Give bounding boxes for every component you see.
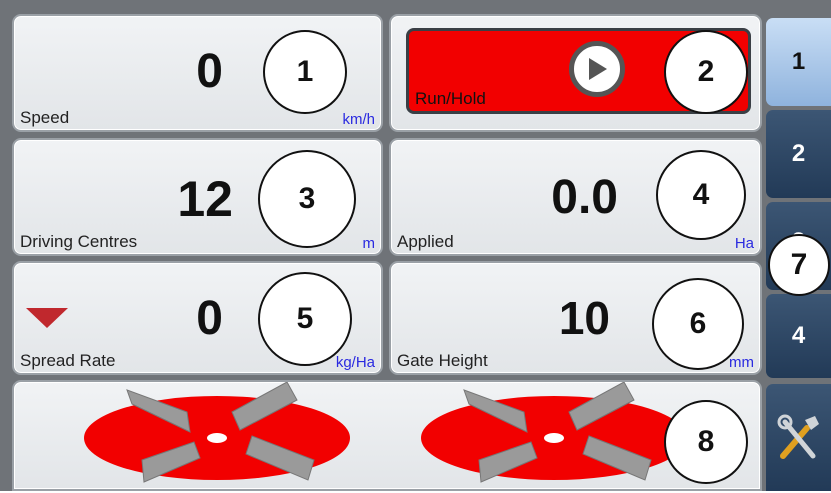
- gate-height-label: Gate Height: [397, 351, 488, 370]
- tab-2[interactable]: 2: [766, 110, 831, 198]
- speed-label: Speed: [20, 108, 70, 127]
- driving-centres-unit: m: [362, 235, 376, 252]
- gate-height-value: 10: [558, 292, 610, 344]
- spread-rate-unit: kg/Ha: [335, 354, 375, 371]
- driving-centres-label: Driving Centres: [20, 232, 138, 251]
- callout-4: 4: [656, 150, 746, 240]
- speed-value: 0: [196, 45, 223, 98]
- callout-2: 2: [664, 30, 748, 114]
- tools-icon: [777, 414, 819, 459]
- run-hold-label: Run/Hold: [415, 89, 486, 108]
- gate-height-unit: mm: [729, 354, 754, 371]
- callout-6: 6: [652, 278, 744, 370]
- callout-5: 5: [258, 272, 352, 366]
- settings-button[interactable]: [766, 384, 831, 491]
- applied-value: 0.0: [551, 171, 618, 224]
- spreader-dashboard: 0 Speed km/h Run/Hold 12 Driving Centres…: [0, 0, 831, 491]
- spread-rate-label: Spread Rate: [20, 351, 116, 370]
- callout-3: 3: [258, 150, 356, 248]
- right-spinner-disc-icon: [421, 382, 687, 483]
- decrease-arrow-icon[interactable]: [26, 308, 68, 330]
- callout-8: 8: [664, 400, 748, 484]
- spinner-discs-tile: [12, 380, 762, 491]
- speed-unit: km/h: [342, 111, 375, 128]
- driving-centres-value: 12: [177, 171, 233, 227]
- spread-rate-value: 0: [196, 292, 223, 345]
- applied-label: Applied: [397, 232, 454, 251]
- tab-1[interactable]: 1: [766, 18, 831, 106]
- play-icon: [569, 41, 625, 97]
- tab-4[interactable]: 4: [766, 294, 831, 378]
- callout-7: 7: [768, 234, 830, 296]
- left-spinner-disc-icon: [84, 382, 350, 483]
- applied-unit: Ha: [734, 235, 754, 252]
- callout-1: 1: [263, 30, 347, 114]
